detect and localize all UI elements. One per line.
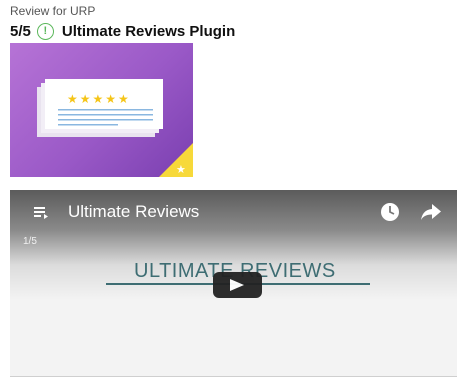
- badge-star: ★: [176, 163, 186, 176]
- play-icon: [230, 279, 244, 291]
- video-title[interactable]: Ultimate Reviews: [68, 202, 199, 222]
- plugin-thumbnail: ★★★★★ ★: [10, 43, 193, 177]
- share-arrow-icon[interactable]: [420, 203, 442, 221]
- rating-score: 5/5: [10, 22, 31, 40]
- slide-counter: 1/5: [23, 236, 37, 247]
- review-for-label: Review for URP: [10, 4, 96, 18]
- divider: [10, 376, 457, 377]
- playlist-icon[interactable]: [34, 205, 52, 219]
- rating-row: 5/5 ! Ultimate Reviews Plugin: [10, 21, 235, 41]
- thumbnail-stars: ★★★★★: [67, 92, 131, 106]
- play-button[interactable]: [213, 272, 262, 298]
- video-player[interactable]: Ultimate Reviews 1/5 ULTIMATE REVIEWS: [10, 190, 457, 376]
- review-card-icon: ★★★★★ ★: [37, 79, 193, 177]
- clock-icon[interactable]: [380, 202, 400, 222]
- info-icon[interactable]: !: [36, 22, 54, 40]
- product-name: Ultimate Reviews Plugin: [61, 22, 236, 40]
